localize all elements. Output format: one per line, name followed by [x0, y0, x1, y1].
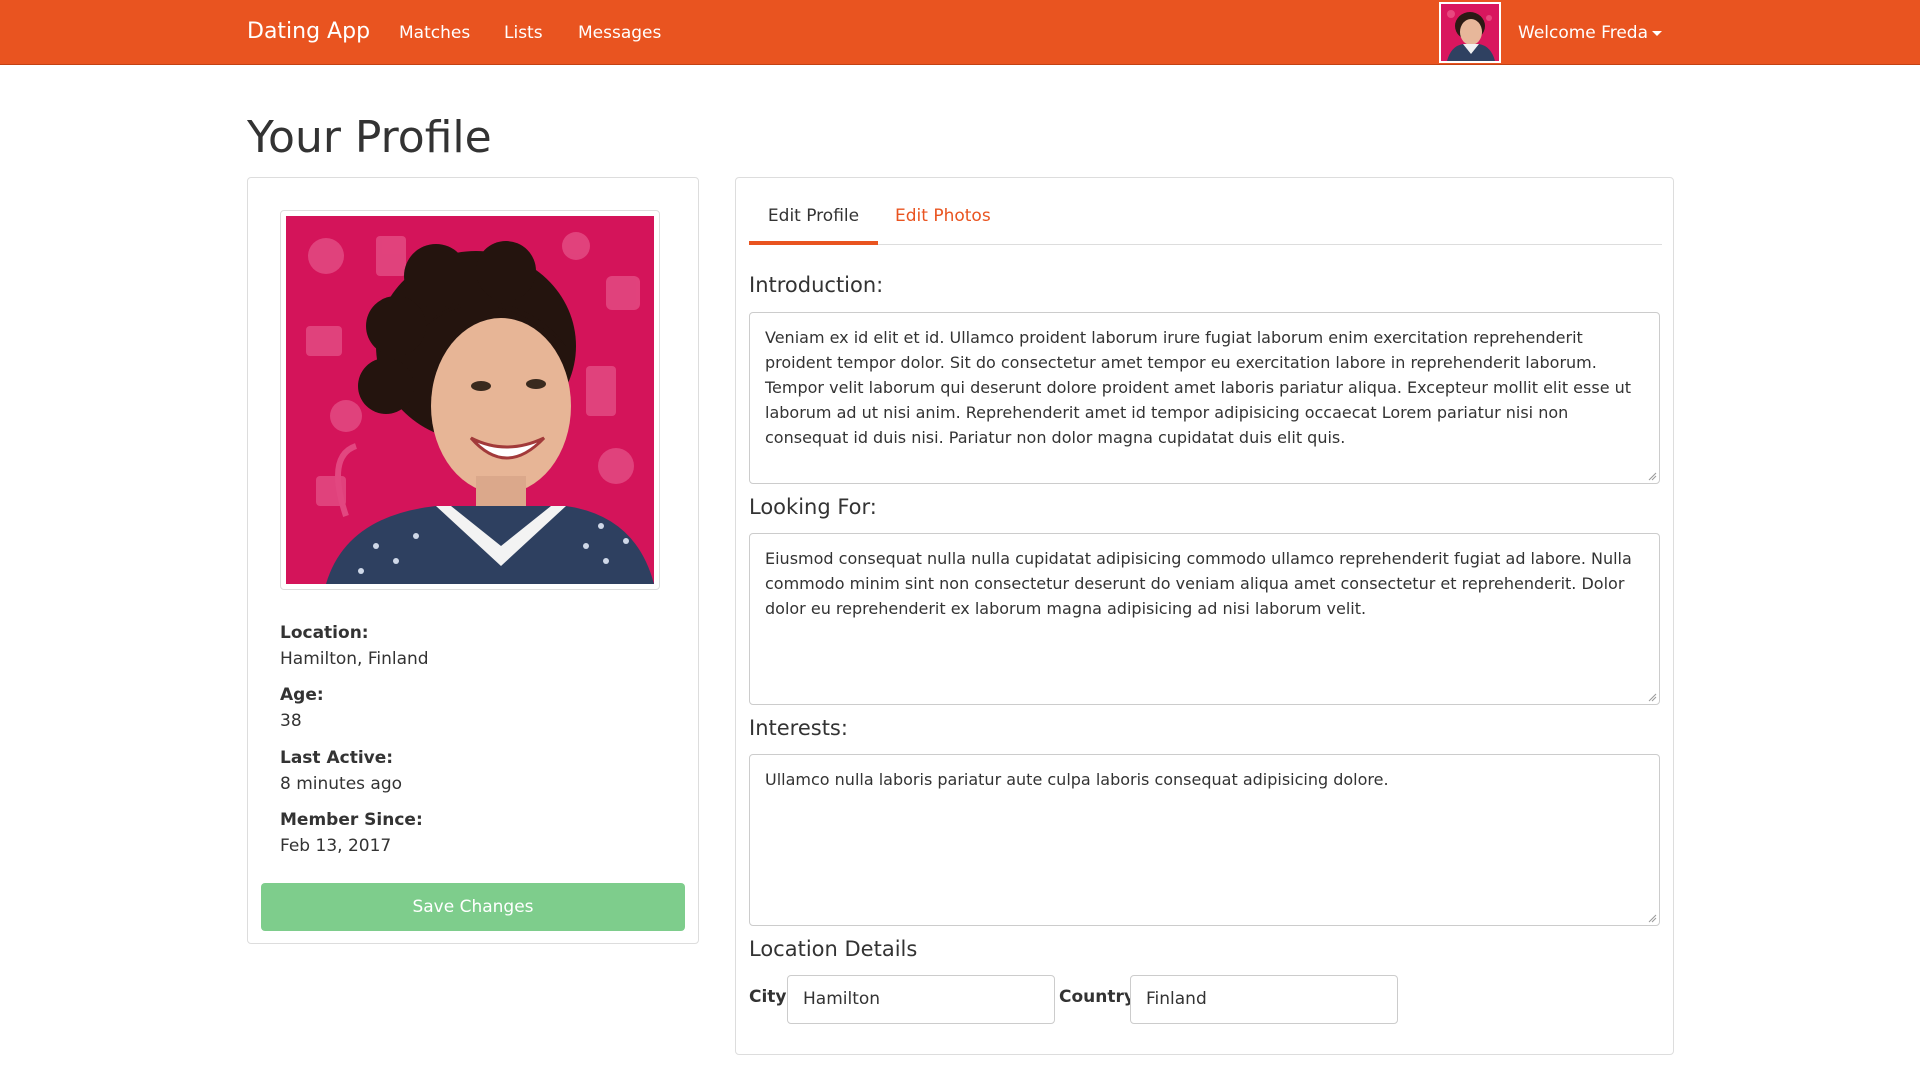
edit-profile-card: Edit Profile Edit Photos Introduction: V… — [735, 177, 1674, 1055]
nav-link-messages[interactable]: Messages — [578, 23, 661, 43]
last-active-info: Last Active: 8 minutes ago — [280, 748, 402, 794]
profile-photo-icon — [286, 216, 654, 584]
member-since-label: Member Since: — [280, 810, 423, 830]
looking-for-textarea[interactable]: Eiusmod consequat nulla nulla cupidatat … — [749, 533, 1660, 705]
profile-card: Location: Hamilton, Finland Age: 38 Last… — [247, 177, 699, 944]
interests-textarea[interactable]: Ullamco nulla laboris pariatur aute culp… — [749, 754, 1660, 926]
user-menu-toggle[interactable]: Welcome Freda — [1518, 23, 1662, 43]
profile-photo — [280, 210, 660, 590]
welcome-text: Welcome Freda — [1518, 23, 1648, 43]
resize-handle-icon[interactable] — [1647, 913, 1657, 923]
location-info: Location: Hamilton, Finland — [280, 623, 429, 669]
interests-text: Ullamco nulla laboris pariatur aute culp… — [765, 770, 1389, 789]
introduction-text: Veniam ex id elit et id. Ullamco proiden… — [765, 328, 1632, 447]
nav-link-lists[interactable]: Lists — [504, 23, 543, 43]
city-label: City — [749, 987, 787, 1007]
nav-link-matches[interactable]: Matches — [399, 23, 470, 43]
member-since-info: Member Since: Feb 13, 2017 — [280, 810, 423, 856]
resize-handle-icon[interactable] — [1647, 471, 1657, 481]
interests-label: Interests: — [749, 716, 848, 740]
age-label: Age: — [280, 685, 324, 705]
member-since-value: Feb 13, 2017 — [280, 836, 392, 856]
avatar[interactable] — [1439, 2, 1501, 63]
country-input[interactable]: Finland — [1130, 975, 1398, 1024]
location-label: Location: — [280, 623, 369, 643]
age-value: 38 — [280, 711, 302, 731]
page-title: Your Profile — [247, 112, 492, 163]
save-changes-button[interactable]: Save Changes — [261, 883, 685, 931]
navbar: Dating App Matches Lists Messages Welcom… — [0, 0, 1920, 65]
caret-down-icon — [1652, 30, 1662, 36]
tab-bar: Edit Profile Edit Photos — [749, 178, 1662, 245]
resize-handle-icon[interactable] — [1647, 692, 1657, 702]
looking-for-label: Looking For: — [749, 495, 877, 519]
introduction-textarea[interactable]: Veniam ex id elit et id. Ullamco proiden… — [749, 312, 1660, 484]
user-photo-icon — [1441, 4, 1499, 61]
tab-edit-profile[interactable]: Edit Profile — [749, 206, 878, 245]
looking-for-text: Eiusmod consequat nulla nulla cupidatat … — [765, 549, 1632, 618]
last-active-value: 8 minutes ago — [280, 774, 403, 794]
location-details-heading: Location Details — [749, 937, 918, 961]
city-input[interactable]: Hamilton — [787, 975, 1055, 1024]
location-value: Hamilton, Finland — [280, 649, 429, 669]
brand-link[interactable]: Dating App — [247, 19, 370, 44]
introduction-label: Introduction: — [749, 273, 884, 297]
last-active-label: Last Active: — [280, 748, 394, 768]
age-info: Age: 38 — [280, 685, 324, 731]
country-label: Country — [1059, 987, 1135, 1007]
tab-edit-photos[interactable]: Edit Photos — [895, 206, 991, 226]
